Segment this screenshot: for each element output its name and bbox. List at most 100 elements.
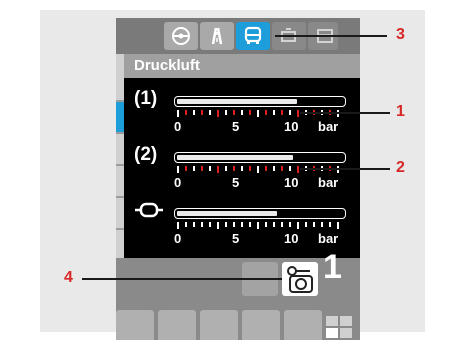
road-icon [211,27,223,45]
scale-unit: bar [318,119,339,134]
scale-tick [177,110,179,117]
page-indicator-segment [116,54,124,100]
callout-2: 2 [396,159,405,176]
scale-tick [273,110,275,115]
scale-tick [289,222,291,227]
scale-tick [225,166,227,171]
scale-tick [297,222,299,229]
page-title: Druckluft [124,54,360,78]
scale-tick [273,222,275,227]
page-indicator-segment [116,166,124,196]
scale-tick [305,222,307,227]
scale-tick [185,222,187,227]
circuit-2-icon: (2) [134,144,158,165]
scale-tick [201,110,203,115]
softkey-2[interactable] [158,310,196,340]
display-screen: Druckluft (1) 0 5 10 bar (2) 0 5 10 bar [116,18,360,340]
callout-line-4 [82,278,282,280]
scale-label-0: 0 [174,119,182,134]
scale-tick [249,222,251,227]
gauge-circuit-1: (1) 0 5 10 bar [124,84,360,138]
scale-tick [241,222,243,227]
scale-tick [225,110,227,115]
softkey-1[interactable] [116,310,154,340]
scale-tick [185,110,187,115]
scale-tick [337,222,339,229]
pressure-bar [174,96,346,107]
scale-tick [241,166,243,171]
scale-tick [185,166,187,171]
scale-tick [209,222,211,227]
pressure-bar [174,208,346,219]
scale-tick [265,166,267,171]
scale-tick [257,222,259,229]
scale-tick [209,166,211,171]
scale-tick [233,166,235,171]
steering-wheel-icon [172,27,190,45]
tab-steering[interactable] [164,22,198,50]
scale-tick [193,222,195,227]
scale-label-5: 5 [232,231,240,246]
page-indicator-segment [116,134,124,164]
mini-indicator-active [326,328,338,338]
pressure-bar [174,152,346,163]
scale-tick [289,166,291,171]
callout-3: 3 [396,26,405,43]
scale-label-0: 0 [174,175,182,190]
scale-tick [217,222,219,229]
scale-tick [201,166,203,171]
scale-tick [281,166,283,171]
scale-tick [193,166,195,171]
callout-4: 4 [64,269,73,286]
scale-tick [257,166,259,173]
brake-cylinder-icon [134,200,168,222]
gauge-brake-cylinder: 0 5 10 bar [124,196,360,250]
scale-tick [249,110,251,115]
scale-tick [209,110,211,115]
callout-line-1 [300,112,390,114]
scale-tick [265,110,267,115]
scale-label-0: 0 [174,231,182,246]
tab-road[interactable] [200,22,234,50]
scale-label-10: 10 [284,175,299,190]
scale-tick [193,110,195,115]
scale-label-5: 5 [232,175,240,190]
page-indicator-segment [116,198,124,228]
scale-label-5: 5 [232,119,240,134]
scale-tick [241,110,243,115]
scale-tick [313,222,315,227]
fault-camera-icon[interactable] [282,262,318,296]
scale-unit: bar [318,175,339,190]
callout-1: 1 [396,103,405,120]
scale-label-10: 10 [284,231,299,246]
scale-unit: bar [318,231,339,246]
scale-tick [217,110,219,117]
bus-icon [244,26,262,44]
mini-indicator [340,328,352,338]
mini-indicator [340,316,352,326]
mini-indicator [326,316,338,326]
softkey-5[interactable] [284,310,322,340]
scale-tick [225,222,227,227]
pressure-fill [177,99,297,104]
scale-tick [281,110,283,115]
softkey-3[interactable] [200,310,238,340]
softkey-4[interactable] [242,310,280,340]
scale-tick [257,110,259,117]
scale-ticks [174,222,346,230]
scale-tick [177,222,179,229]
scale-tick [217,166,219,173]
scale-tick [297,110,299,117]
status-count: 1 [323,248,342,286]
gauge-circuit-2: (2) 0 5 10 bar [124,140,360,194]
scale-tick [265,222,267,227]
page-indicator-active [116,102,124,132]
scale-tick [249,166,251,171]
callout-line-2 [300,168,390,170]
scale-tick [177,166,179,173]
scale-tick [233,110,235,115]
circuit-1-icon: (1) [134,88,158,109]
tab-vehicle[interactable] [236,22,270,50]
scale-label-10: 10 [284,119,299,134]
page-indicator-segment [116,230,124,260]
